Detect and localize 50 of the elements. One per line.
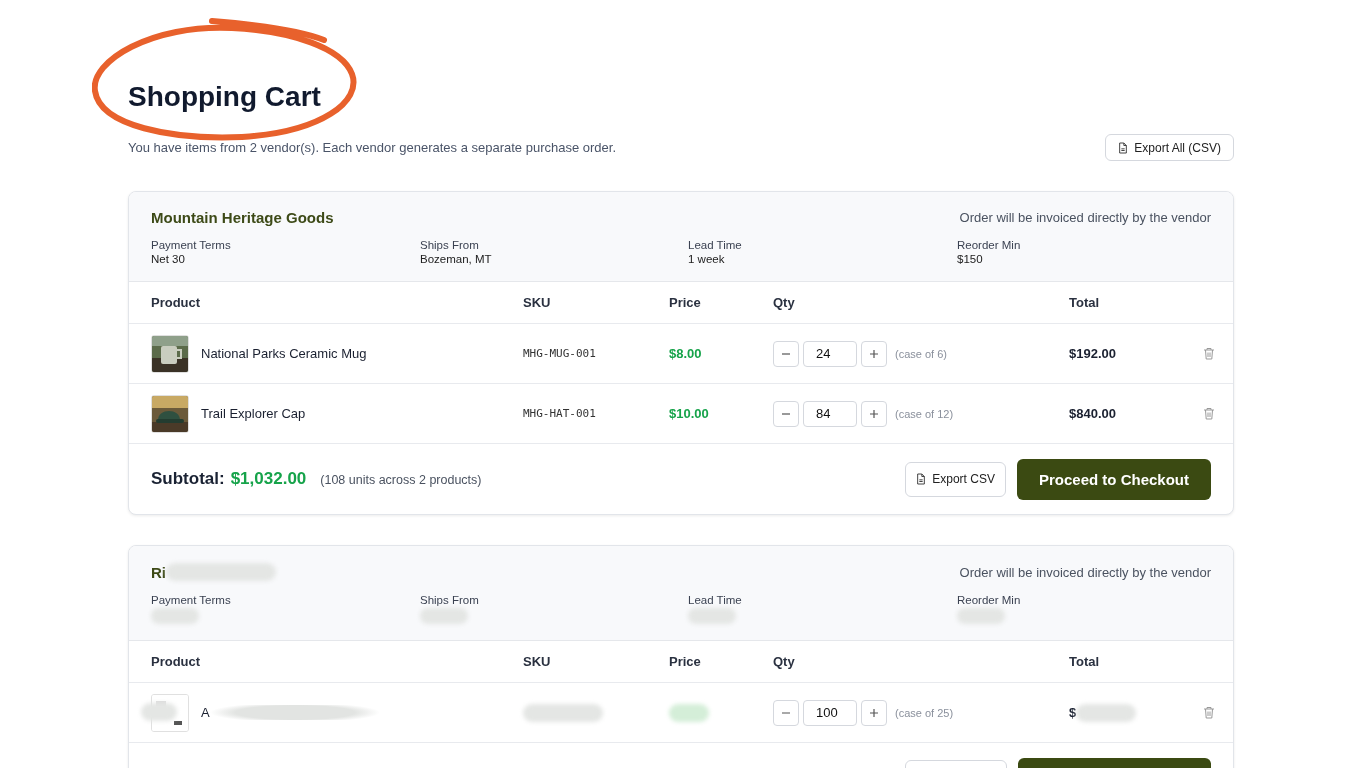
detail-value: Net 30 (151, 253, 185, 265)
column-header: SKU (523, 295, 552, 310)
detail-label: Ships From (420, 239, 479, 251)
checkout-button[interactable]: Proceed to Checkout (1016, 458, 1211, 500)
product-name: Trail Explorer Cap (201, 406, 306, 421)
vendor-name: Ri (151, 563, 166, 581)
column-header: Qty (773, 295, 796, 310)
case-size: (case of 6) (895, 347, 947, 360)
detail-label: Lead Time (688, 594, 742, 606)
column-header: SKU (523, 654, 552, 669)
detail-label: Ships From (420, 594, 479, 606)
product-name: National Parks Ceramic Mug (201, 346, 367, 361)
line-total: $192.00 (1069, 346, 1116, 361)
subtotal-amount: $1,032.00 (230, 469, 307, 489)
quantity-field[interactable]: 100 (803, 699, 857, 726)
export-all-button[interactable]: Export All (CSV) (1105, 134, 1234, 161)
column-header: Product (151, 295, 202, 310)
line-total: $ (1069, 705, 1077, 720)
vendor-name: Mountain Heritage Goods (151, 209, 334, 226)
detail-value: Bozeman, MT (420, 253, 492, 265)
detail-label: Reorder Min (957, 594, 1021, 606)
units-summary: (108 units across 2 products) (320, 473, 482, 487)
subtotal-label: Subtotal: (151, 469, 225, 489)
detail-label: Payment Terms (151, 239, 231, 251)
invoice-note: Order will be invoiced directly by the vendor (959, 210, 1211, 225)
quantity-field[interactable]: 84 (803, 400, 857, 427)
column-header: Qty (773, 654, 796, 669)
invoice-note: Order will be invoiced directly by the vendor (959, 564, 1211, 580)
column-header: Total (1069, 654, 1101, 669)
line-total: $840.00 (1069, 406, 1116, 421)
page-subtitle: You have items from 2 vendor(s). Each vendor generates a separate purchase order. (128, 140, 617, 155)
case-size: (case of 12) (895, 407, 954, 420)
detail-value: $150 (957, 253, 983, 265)
column-header: Total (1069, 295, 1101, 310)
quantity-field[interactable]: 24 (803, 340, 857, 367)
column-header: Product (151, 654, 202, 669)
case-size: (case of 25) (895, 706, 954, 719)
price-text: $10.00 (669, 406, 710, 421)
sku-text: MHG-HAT-001 (523, 407, 597, 420)
column-header: Price (669, 654, 702, 669)
price-text: $8.00 (669, 346, 703, 361)
detail-label: Payment Terms (151, 594, 231, 606)
page-title: Shopping Cart (128, 80, 322, 114)
product-name: A (201, 705, 380, 720)
sku-text: MHG-MUG-001 (523, 347, 597, 360)
detail-value: 1 week (688, 253, 725, 265)
detail-label: Lead Time (688, 239, 742, 251)
export-csv-button[interactable]: Export CSV (905, 461, 1006, 497)
detail-label: Reorder Min (957, 239, 1021, 251)
column-header: Price (669, 295, 702, 310)
